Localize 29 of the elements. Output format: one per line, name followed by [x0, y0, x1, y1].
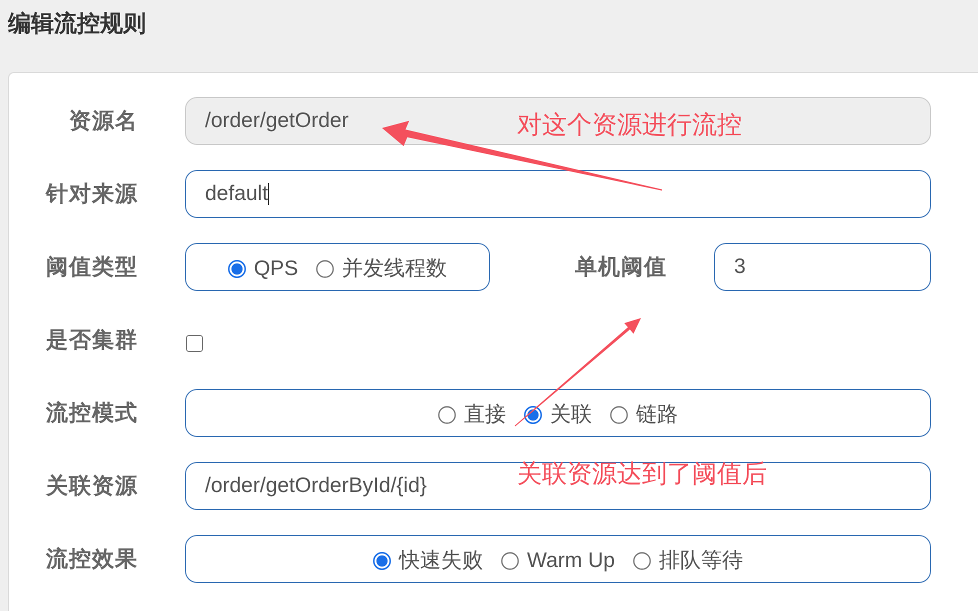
- radio-option[interactable]: 快速失败: [373, 546, 484, 574]
- radio-option[interactable]: 链路: [610, 400, 678, 428]
- radio-icon[interactable]: [316, 260, 334, 278]
- radio-option[interactable]: QPS: [228, 254, 298, 282]
- field-label: 针对来源: [44, 180, 138, 208]
- field-label: 是否集群: [45, 326, 138, 354]
- field-label: 关联资源: [44, 472, 138, 500]
- radio-icon[interactable]: [632, 552, 651, 570]
- text-input[interactable]: 3: [714, 243, 931, 291]
- radio-icon[interactable]: [228, 260, 246, 278]
- field-label: 流控模式: [44, 399, 138, 427]
- radio-option[interactable]: 直接: [438, 400, 506, 428]
- annotation-text: 对这个资源进行流控: [517, 110, 742, 140]
- radio-icon[interactable]: [501, 552, 520, 570]
- radio-option[interactable]: Warm Up: [501, 546, 615, 574]
- checkbox[interactable]: [186, 334, 203, 352]
- radio-option[interactable]: 排队等待: [632, 546, 743, 574]
- radio-icon[interactable]: [610, 406, 628, 424]
- field-label: 阈值类型: [45, 253, 138, 281]
- annotation-text: 关联资源达到了阈值后: [517, 459, 767, 489]
- radio-icon[interactable]: [438, 406, 456, 424]
- field-label: 流控效果: [44, 545, 138, 573]
- radio-icon[interactable]: [524, 406, 542, 424]
- field-label: 单机阈值: [574, 253, 667, 281]
- radio-icon[interactable]: [373, 552, 392, 570]
- radio-option[interactable]: 并发线程数: [316, 254, 448, 282]
- field-label: 资源名: [68, 107, 138, 135]
- text-input[interactable]: default: [185, 170, 931, 218]
- page-title: 编辑流控规则: [8, 9, 146, 38]
